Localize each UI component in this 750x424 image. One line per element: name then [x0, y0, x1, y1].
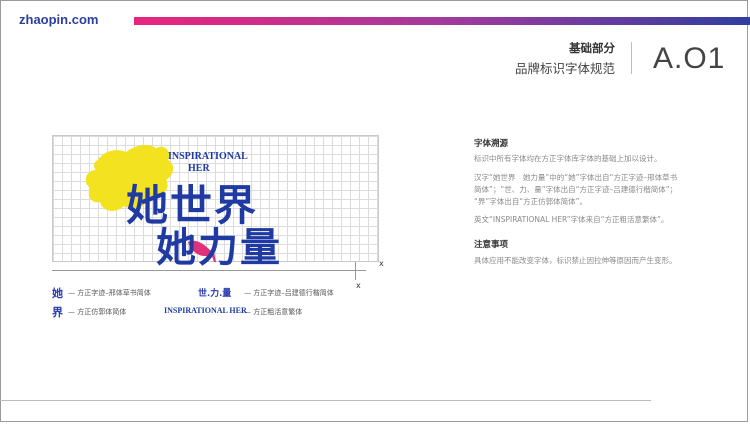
logo-cn-line2: 她力量	[156, 224, 282, 271]
info-paragraph-2c: “界”字体出自“方正仿郭体简体”。	[474, 197, 588, 206]
footer-divider	[0, 400, 651, 401]
info-heading-notes: 注意事项	[474, 240, 509, 250]
info-paragraph-3: 英文“INSPIRATIONAL HER”字体来自“方正粗活意繁体”。	[474, 215, 669, 224]
dimension-line-horizontal	[52, 270, 366, 271]
legend-text-1: — 方正字迹–邢体草书简体	[68, 289, 151, 297]
info-heading-origin: 字体溯源	[474, 139, 509, 149]
legend-text-2: — 方正字迹–吕建德行楷简体	[244, 289, 334, 297]
info-paragraph-4: 具体应用不能改变字体，标识禁止因拉伸等原因而产生变形。	[474, 256, 677, 265]
logo-en-line1: INSPIRATIONAL	[168, 151, 248, 162]
logo-artwork	[85, 145, 216, 262]
legend-text-4: — 方正粗活意繁体	[244, 308, 303, 316]
info-paragraph-2b: 简体”；“世、力、量”字体出自“方正字迹–吕建德行楷简体”；	[474, 185, 678, 194]
legend-glyph-4: INSPIRATIONAL HER	[164, 306, 247, 315]
legend-glyph-2: 世.力.量	[198, 289, 232, 299]
dimension-line-vertical	[355, 262, 356, 280]
info-paragraph-1: 标识中所有字体均在方正字体库字体的基础上加以设计。	[474, 154, 662, 163]
info-paragraph-2a: 汉字“她世界 她力量”中的“她”字体出自“方正字迹–邢体草书	[474, 173, 678, 182]
dimension-mark-right: x	[379, 259, 384, 268]
legend-glyph-3: 界	[52, 306, 63, 319]
legend-text-3: — 方正仿郭体简体	[68, 308, 127, 316]
dimension-mark-bottom: x	[356, 281, 361, 290]
legend-glyph-1: 她	[52, 287, 63, 300]
